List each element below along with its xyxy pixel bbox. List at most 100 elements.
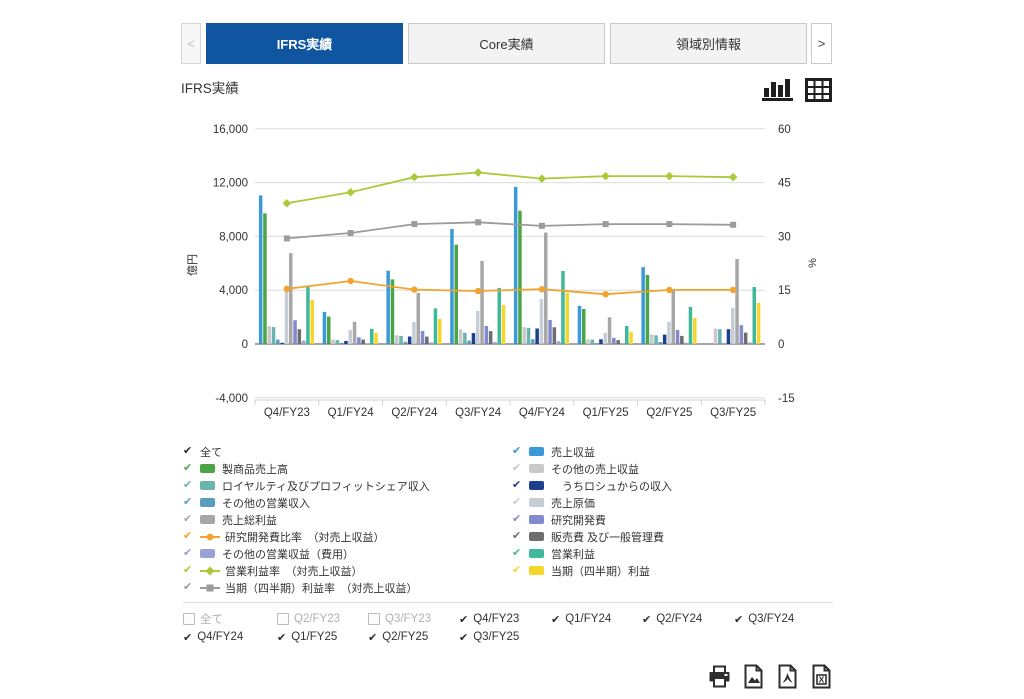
bar [498, 288, 502, 344]
bar [502, 305, 506, 344]
bar [591, 340, 595, 344]
legend-item[interactable]: ✔その他の営業収益（費用） [183, 545, 503, 562]
bar [357, 337, 361, 344]
legend-label: 営業利益 [551, 546, 595, 562]
page-title: IFRS実績 [181, 77, 239, 97]
bar [417, 293, 421, 344]
legend-item[interactable]: ✔研究開発費比率 （対売上収益） [183, 528, 503, 545]
check-icon: ✔ [512, 565, 529, 576]
period-checkbox-q3-fy23[interactable]: Q3/FY23 [368, 610, 431, 628]
period-label: Q2/FY25 [382, 631, 428, 643]
bar [450, 229, 454, 344]
legend-item[interactable]: ✔ロイヤルティ及びプロフィットシェア収入 [183, 477, 503, 494]
bar [323, 312, 327, 344]
tab-segment[interactable]: 領域別情報 [610, 23, 807, 64]
legend-swatch [529, 447, 544, 456]
check-icon: ✔ [512, 497, 529, 508]
legend-item[interactable]: ✔その他の売上収益 [512, 460, 832, 477]
bar [293, 320, 297, 344]
legend-item[interactable]: ✔ うちロシュからの収入 [512, 477, 832, 494]
period-checkbox-全て[interactable]: 全て [183, 610, 223, 628]
bar [412, 322, 416, 344]
tab-core[interactable]: Core実績 [408, 23, 605, 64]
period-checkbox-q3-fy24[interactable]: ✔ Q3/FY24 [734, 610, 794, 628]
tabs-prev-button[interactable]: < [181, 23, 201, 64]
legend-item[interactable]: ✔研究開発費 [512, 511, 832, 528]
bar [514, 187, 518, 344]
legend-item[interactable]: ✔営業利益 [512, 545, 832, 562]
bar [370, 329, 374, 344]
period-label: Q4/FY24 [197, 631, 243, 643]
bar [621, 343, 625, 344]
period-filter-row: 全てQ2/FY23Q3/FY23✔Q4/FY23✔Q1/FY24✔Q2/FY24… [183, 610, 833, 628]
legend-item[interactable]: ✔全て [183, 443, 503, 460]
check-icon: ✔ [734, 613, 743, 626]
bar [735, 259, 739, 344]
svg-text:%: % [807, 258, 819, 268]
excel-export-icon[interactable]: X [808, 663, 835, 690]
svg-text:8,000: 8,000 [219, 231, 248, 243]
legend-label: 当期（四半期）利益 [551, 563, 650, 579]
legend-item[interactable]: ✔販売費 及び一般管理費 [512, 528, 832, 545]
svg-text:X: X [819, 675, 825, 685]
bar [366, 343, 370, 344]
bar [302, 341, 306, 344]
check-icon: ✔ [183, 514, 200, 525]
period-label: 全て [200, 611, 223, 627]
period-checkbox-q2-fy23[interactable]: Q2/FY23 [277, 610, 340, 628]
bar-chart-view-icon[interactable] [760, 76, 796, 102]
bar [582, 309, 586, 344]
printer-icon[interactable] [706, 663, 733, 690]
bar [391, 279, 395, 344]
legend-item[interactable]: ✔ 当期（四半期）利益 [512, 562, 832, 579]
period-checkbox-q4-fy24[interactable]: ✔Q4/FY24 [183, 628, 243, 646]
svg-text:Q3/FY25: Q3/FY25 [710, 407, 756, 419]
legend-item[interactable]: ✔当期（四半期）利益率 （対売上収益） [183, 579, 503, 596]
period-checkbox-q1-fy24[interactable]: ✔Q1/FY24 [551, 610, 611, 628]
legend-label: 製商品売上高 [222, 461, 288, 477]
legend-item[interactable]: ✔営業利益率 （対売上収益） [183, 562, 503, 579]
svg-text:Q4/FY23: Q4/FY23 [264, 407, 310, 419]
tab-ifrs[interactable]: IFRS実績 [206, 23, 403, 64]
period-checkbox-q1-fy25[interactable]: ✔Q1/FY25 [277, 628, 337, 646]
legend-item[interactable]: ✔売上原価 [512, 494, 832, 511]
legend-item[interactable]: ✔売上総利益 [183, 511, 503, 528]
period-label: Q2/FY24 [656, 613, 702, 625]
bar [298, 329, 302, 344]
legend-label: その他の売上収益 [551, 461, 639, 477]
check-icon: ✔ [183, 582, 200, 593]
period-checkbox-q4-fy23[interactable]: ✔Q4/FY23 [459, 610, 519, 628]
legend-item[interactable]: ✔製商品売上高 [183, 460, 503, 477]
bar [331, 340, 335, 344]
bar [629, 332, 633, 344]
bar [599, 339, 603, 344]
bar [489, 331, 493, 344]
legend-swatch [529, 549, 544, 558]
bar [374, 333, 378, 344]
empty-checkbox-icon [183, 613, 195, 625]
table-view-icon[interactable] [805, 78, 832, 102]
bar [259, 195, 263, 344]
period-checkbox-q2-fy24[interactable]: ✔Q2/FY24 [642, 610, 702, 628]
svg-text:15: 15 [778, 285, 791, 297]
period-label: Q3/FY25 [473, 631, 519, 643]
tabs-next-button[interactable]: > [811, 23, 832, 64]
bar [757, 303, 761, 344]
svg-text:Q2/FY24: Q2/FY24 [391, 407, 438, 419]
bar [399, 336, 403, 344]
period-label: Q3/FY24 [748, 613, 794, 625]
svg-text:Q1/FY24: Q1/FY24 [328, 407, 375, 419]
bar [361, 340, 365, 344]
legend-item[interactable]: ✔売上収益 [512, 443, 832, 460]
pdf-export-icon[interactable] [774, 663, 801, 690]
check-icon: ✔ [512, 514, 529, 525]
legend-item[interactable]: ✔その他の営業収入 [183, 494, 503, 511]
bar [493, 342, 497, 344]
image-export-icon[interactable] [740, 663, 767, 690]
chart-plot[interactable]: 16,0006012,000458,000304,0001500-4,000-1… [180, 113, 845, 429]
legend-line-marker [200, 566, 220, 576]
period-checkbox-q3-fy25[interactable]: ✔Q3/FY25 [459, 628, 519, 646]
bar [566, 293, 570, 344]
period-checkbox-q2-fy25[interactable]: ✔Q2/FY25 [368, 628, 428, 646]
legend-label: 販売費 及び一般管理費 [551, 529, 664, 545]
